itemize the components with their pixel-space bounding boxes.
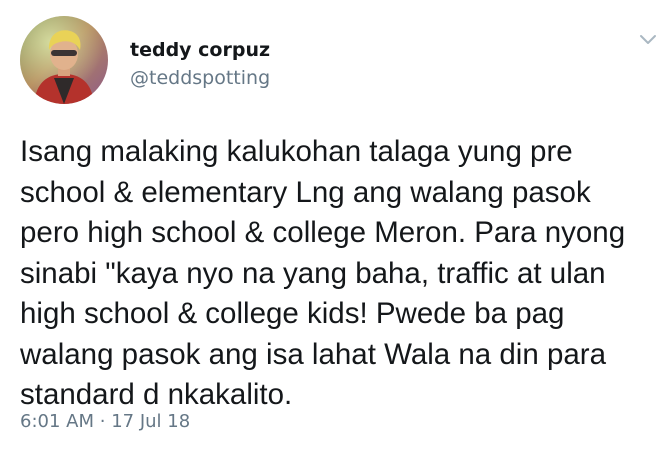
chevron-down-icon[interactable] (638, 32, 658, 48)
tweet-card: teddy corpuz @teddspotting Isang malakin… (0, 0, 660, 456)
tweet-text: Isang malaking kalukohan talaga yung pre… (20, 135, 626, 411)
tweet-timestamp[interactable]: 6:01 AM · 17 Jul 18 (20, 410, 190, 434)
user-handle[interactable]: @teddspotting (130, 66, 270, 90)
tweet-time: 6:01 AM (20, 411, 94, 432)
tweet-date: 17 Jul 18 (111, 411, 191, 432)
display-name[interactable]: teddy corpuz (130, 38, 270, 62)
meta-separator: · (99, 411, 106, 432)
author-info: teddy corpuz @teddspotting (130, 38, 270, 90)
avatar[interactable] (20, 16, 108, 104)
